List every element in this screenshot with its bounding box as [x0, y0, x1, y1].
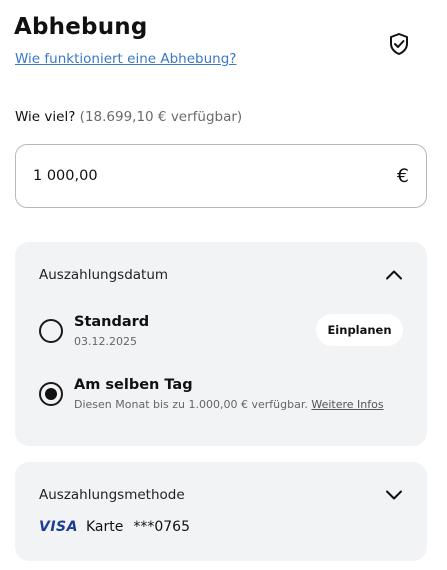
page-title: Abhebung	[14, 14, 148, 40]
amount-input[interactable]: 1 000,00 €	[15, 144, 427, 208]
card-number-masked: ***0765	[133, 519, 190, 535]
payout-method-card[interactable]: Auszahlungsmethode VISA Karte ***0765	[15, 462, 427, 561]
available-balance: (18.699,10 € verfügbar)	[79, 109, 243, 125]
withdrawal-page: Abhebung Wie funktioniert eine Abhebung?…	[0, 0, 447, 570]
chevron-down-icon[interactable]	[385, 487, 403, 503]
radio-same-day[interactable]	[39, 382, 63, 406]
payout-method-type: Karte	[85, 519, 124, 535]
shield-check-icon[interactable]	[387, 32, 411, 56]
same-day-limit-text: Diesen Monat bis zu 1.000,00 € verfügbar…	[74, 398, 308, 411]
amount-label: Wie viel? (18.699,10 € verfügbar)	[15, 109, 242, 125]
amount-question: Wie viel?	[15, 109, 76, 125]
schedule-button[interactable]: Einplanen	[316, 314, 403, 346]
option-same-day-label: Am selben Tag	[74, 377, 193, 393]
euro-icon: €	[396, 165, 409, 187]
amount-value[interactable]: 1 000,00	[33, 168, 397, 184]
option-standard[interactable]: Standard 03.12.2025 Einplanen	[39, 314, 403, 354]
payout-method-title: Auszahlungsmethode	[39, 487, 185, 503]
visa-icon: VISA	[39, 519, 78, 535]
payout-date-card: Auszahlungsdatum Standard 03.12.2025 Ein…	[15, 242, 427, 446]
more-info-link[interactable]: Weitere Infos	[311, 398, 383, 411]
option-standard-label: Standard	[74, 314, 150, 330]
payout-method-row: VISA Karte ***0765	[39, 518, 190, 536]
radio-standard[interactable]	[39, 319, 63, 343]
help-link[interactable]: Wie funktioniert eine Abhebung?	[15, 51, 236, 67]
chevron-up-icon[interactable]	[385, 267, 403, 283]
option-standard-date: 03.12.2025	[74, 335, 137, 348]
option-same-day[interactable]: Am selben Tag Diesen Monat bis zu 1.000,…	[39, 377, 403, 417]
payout-date-title: Auszahlungsdatum	[39, 267, 169, 283]
option-same-day-info: Diesen Monat bis zu 1.000,00 € verfügbar…	[74, 398, 384, 411]
